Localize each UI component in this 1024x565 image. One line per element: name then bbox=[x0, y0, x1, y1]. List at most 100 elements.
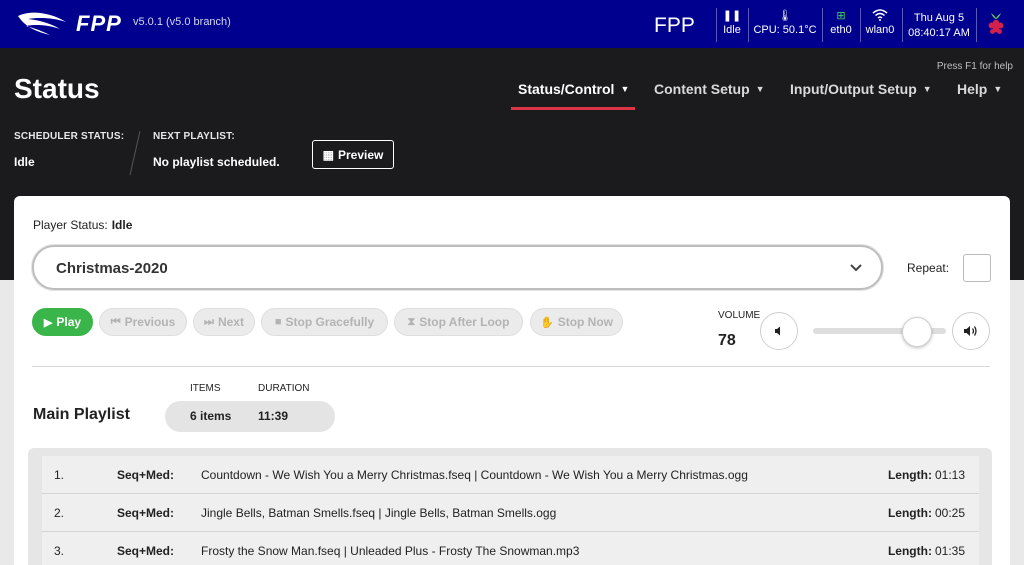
fpp-logo-icon[interactable] bbox=[16, 10, 68, 36]
wlan-text: wlan0 bbox=[865, 24, 895, 36]
length-value: 01:13 bbox=[934, 468, 965, 482]
player-status-label: Player Status: bbox=[33, 218, 108, 232]
entry-name: Jingle Bells, Batman Smells.fseq | Jingl… bbox=[201, 506, 557, 520]
entry-length: Length: 00:25 bbox=[888, 506, 965, 520]
cpu-indicator[interactable]: 🌡 CPU: 50.1°C bbox=[752, 9, 818, 37]
version-label: v5.0.1 (v5.0 branch) bbox=[133, 16, 231, 28]
volume-label: VOLUME bbox=[718, 310, 761, 321]
items-label: ITEMS bbox=[190, 383, 221, 394]
playlist-entry[interactable]: 3. Seq+Med: Frosty the Snow Man.fseq | U… bbox=[42, 532, 979, 565]
playlist-entry[interactable]: 1. Seq+Med: Countdown - We Wish You a Me… bbox=[42, 456, 979, 494]
playlist-entries: 1. Seq+Med: Countdown - We Wish You a Me… bbox=[28, 448, 992, 565]
repeat-label: Repeat: bbox=[907, 261, 950, 275]
play-button[interactable]: ▶ Play bbox=[32, 308, 93, 336]
entry-length: Length: 01:35 bbox=[888, 544, 965, 558]
brand-name[interactable]: FPP bbox=[76, 11, 122, 37]
wlan-indicator[interactable]: wlan0 bbox=[862, 9, 898, 37]
step-backward-icon: ⏮ bbox=[110, 315, 121, 328]
next-button[interactable]: ⏭ Next bbox=[193, 308, 255, 336]
caret-down-icon: ▼ bbox=[922, 84, 932, 94]
hourglass-icon: ⧗ bbox=[407, 315, 416, 328]
length-label: Length: bbox=[887, 506, 932, 520]
playlist-title: Main Playlist bbox=[33, 406, 130, 423]
entry-number: 2. bbox=[54, 506, 65, 520]
stop-gracefully-button[interactable]: ■ Stop Gracefully bbox=[261, 308, 388, 336]
volume-up-button[interactable] bbox=[952, 312, 990, 350]
play-icon: ▶ bbox=[43, 316, 53, 329]
date-time: Thu Aug 5 08:40:17 AM bbox=[908, 11, 970, 41]
stop-after-loop-label: Stop After Loop bbox=[419, 315, 510, 329]
scheduler-status-label: SCHEDULER STATUS: bbox=[14, 131, 125, 142]
calendar-icon: ▦ bbox=[322, 147, 334, 162]
preview-label: Preview bbox=[337, 147, 384, 162]
previous-label: Previous bbox=[124, 315, 176, 329]
previous-button[interactable]: ⏮ Previous bbox=[99, 308, 187, 336]
help-note: Press F1 for help bbox=[936, 61, 1013, 72]
duration-value: 11:39 bbox=[258, 409, 289, 423]
thermometer-icon: 🌡 bbox=[778, 10, 792, 22]
preview-button[interactable]: ▦ Preview bbox=[312, 140, 394, 169]
divider bbox=[902, 8, 903, 42]
divider bbox=[748, 8, 749, 42]
entry-name: Frosty the Snow Man.fseq | Unleaded Plus… bbox=[201, 544, 580, 558]
entry-type: Seq+Med: bbox=[117, 506, 175, 520]
duration-label: DURATION bbox=[258, 383, 310, 394]
nav-label: Input/Output Setup bbox=[790, 81, 917, 97]
chevron-down-icon bbox=[850, 264, 862, 272]
length-label: Length: bbox=[887, 468, 932, 482]
entry-number: 1. bbox=[54, 468, 65, 482]
date-text: Thu Aug 5 bbox=[913, 12, 965, 24]
entry-length: Length: 01:13 bbox=[888, 468, 965, 482]
items-value: 6 items bbox=[190, 409, 232, 423]
playlist-select[interactable]: Christmas-2020 bbox=[32, 245, 883, 290]
nav-active-underline bbox=[511, 107, 635, 110]
divider bbox=[822, 8, 823, 42]
nav-status-control[interactable]: Status/Control ▼ bbox=[518, 81, 629, 97]
eth-indicator[interactable]: ⊞ eth0 bbox=[826, 9, 856, 37]
repeat-checkbox[interactable] bbox=[963, 254, 991, 282]
stop-now-button[interactable]: ✋ Stop Now bbox=[530, 308, 623, 336]
nav-input-output-setup[interactable]: Input/Output Setup ▼ bbox=[790, 81, 932, 97]
entry-number: 3. bbox=[54, 544, 65, 558]
player-state-indicator[interactable]: ❚❚ Idle bbox=[718, 9, 746, 37]
player-state-text: Idle bbox=[723, 24, 741, 36]
step-forward-icon: ⏭ bbox=[204, 315, 214, 328]
player-status-value: Idle bbox=[111, 218, 133, 232]
hand-icon: ✋ bbox=[539, 316, 554, 329]
entry-name: Countdown - We Wish You a Merry Christma… bbox=[201, 468, 748, 482]
stop-now-label: Stop Now bbox=[557, 315, 614, 329]
volume-down-icon bbox=[775, 326, 780, 336]
divider bbox=[860, 8, 861, 42]
player-card: Player Status: Idle Christmas-2020 Repeat… bbox=[14, 196, 1010, 565]
host-name: FPP bbox=[654, 14, 695, 37]
scheduler-status-value: Idle bbox=[14, 155, 35, 169]
length-label: Length: bbox=[887, 544, 932, 558]
length-value: 01:35 bbox=[934, 544, 965, 558]
time-text: 08:40:17 AM bbox=[908, 27, 970, 39]
divider bbox=[976, 8, 977, 42]
caret-down-icon: ▼ bbox=[620, 84, 630, 94]
play-label: Play bbox=[56, 315, 82, 329]
stop-after-loop-button[interactable]: ⧗ Stop After Loop bbox=[394, 308, 523, 336]
stop-icon: ■ bbox=[274, 316, 282, 328]
next-playlist-value: No playlist scheduled. bbox=[153, 155, 280, 169]
nav-label: Help bbox=[957, 81, 988, 97]
nav-help[interactable]: Help ▼ bbox=[957, 81, 1002, 97]
divider bbox=[716, 8, 717, 42]
volume-down-button[interactable] bbox=[760, 312, 798, 350]
stop-gracefully-label: Stop Gracefully bbox=[285, 315, 375, 329]
volume-value: 78 bbox=[718, 332, 736, 349]
page-title: Status bbox=[14, 73, 100, 104]
raspberry-pi-icon[interactable] bbox=[986, 10, 1006, 36]
next-label: Next bbox=[217, 315, 244, 329]
player-status: Player Status: Idle bbox=[33, 218, 132, 232]
eth-text: eth0 bbox=[830, 24, 852, 36]
caret-down-icon: ▼ bbox=[993, 84, 1003, 94]
divider bbox=[32, 366, 990, 367]
slanted-divider bbox=[129, 131, 141, 175]
volume-slider-handle[interactable] bbox=[901, 317, 932, 347]
volume-up-icon bbox=[964, 326, 977, 336]
nav-content-setup[interactable]: Content Setup ▼ bbox=[654, 81, 765, 97]
playlist-entry[interactable]: 2. Seq+Med: Jingle Bells, Batman Smells.… bbox=[42, 494, 979, 532]
playlist-select-value: Christmas-2020 bbox=[56, 260, 168, 277]
